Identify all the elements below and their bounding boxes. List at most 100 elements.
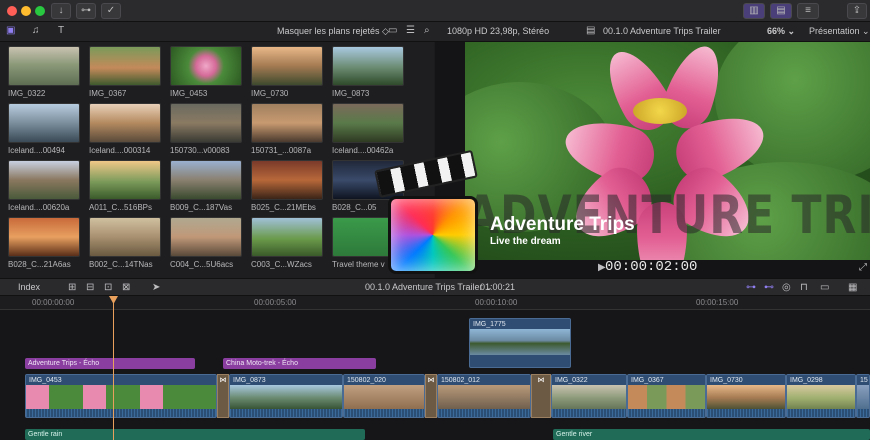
browser-clip[interactable]: B025_C...21MEbs	[251, 160, 323, 212]
slate-icon	[388, 196, 478, 274]
snapping-icon[interactable]: ⊓	[800, 282, 808, 293]
title-clip[interactable]: Adventure Trips - Écho	[25, 358, 195, 369]
video-clip[interactable]: IMG_0367	[627, 374, 706, 418]
zoom-dropdown[interactable]: 66% ⌄	[767, 26, 795, 37]
browser-clip[interactable]: IMG_0873	[332, 46, 404, 98]
browser-clip[interactable]: C003_C...WZacs	[251, 217, 323, 269]
browser-clip[interactable]: IMG_0730	[251, 46, 323, 98]
index-button[interactable]: Index	[18, 282, 40, 292]
clip-thumbnail	[470, 329, 570, 355]
audio-clip[interactable]: Gentle rain	[25, 429, 365, 440]
search-icon[interactable]: ⌕	[424, 25, 430, 36]
transition[interactable]: ⋈	[531, 374, 551, 418]
clip-label: Iceland....00462a	[332, 146, 394, 155]
browser-clip[interactable]: Iceland....00462a	[332, 103, 404, 155]
video-clip[interactable]: 150802_012	[437, 374, 531, 418]
share-button[interactable]: ⇪	[847, 3, 867, 19]
clip-label: Iceland....000314	[89, 146, 151, 155]
clip-label: 15	[857, 375, 869, 385]
inspector-layout-button[interactable]: ≡	[797, 3, 819, 19]
skimming-icon[interactable]: ⊶	[746, 282, 756, 293]
append-clip-icon[interactable]: ⊡	[104, 282, 112, 293]
list-view-icon[interactable]: ☰	[406, 25, 415, 36]
clip-thumbnail	[628, 385, 705, 411]
audio-skimming-icon[interactable]: ⊷	[764, 282, 774, 293]
filter-dropdown[interactable]: Masquer les plans rejetés ◇	[277, 26, 389, 37]
timeline-project-dropdown[interactable]: 00.1.0 Adventure Trips Trailer ⌄	[365, 282, 493, 293]
browser-clip[interactable]: Iceland....000314	[89, 103, 161, 155]
browser-clip[interactable]: 150730...v00083	[170, 103, 242, 155]
browser-clip[interactable]: Iceland....00494	[8, 103, 80, 155]
playhead[interactable]	[113, 296, 114, 440]
select-tool-icon[interactable]: ➤	[152, 282, 160, 293]
fullscreen-icon[interactable]: ⤢	[859, 262, 867, 273]
browser-clip[interactable]: B002_C...14TNas	[89, 217, 161, 269]
browser-clip[interactable]: B009_C...187Vas	[170, 160, 242, 212]
clip-thumbnail	[251, 46, 323, 86]
timeline-ruler[interactable]: 00:00:00:00 00:00:05:00 00:00:10:00 00:0…	[0, 296, 870, 310]
overwrite-clip-icon[interactable]: ⊠	[122, 282, 130, 293]
keyword-button[interactable]: ⊶	[76, 3, 96, 19]
video-clip[interactable]: IMG_0730	[706, 374, 786, 418]
photos-audio-icon[interactable]: ♫	[32, 25, 40, 36]
minimize-window-button[interactable]	[21, 6, 31, 16]
browser-clip[interactable]: IMG_0322	[8, 46, 80, 98]
video-clip[interactable]: 150802_020	[343, 374, 425, 418]
clip-label: IMG_0873	[230, 375, 342, 385]
video-clip[interactable]: 15	[856, 374, 870, 418]
video-clip[interactable]: IMG_0322	[551, 374, 627, 418]
titles-generators-icon[interactable]: T	[58, 25, 64, 36]
clip-thumbnail	[857, 385, 869, 411]
browser-clip[interactable]: 150731_...0087a	[251, 103, 323, 155]
zoom-window-button[interactable]	[35, 6, 45, 16]
title-clip[interactable]: China Moto-trek - Écho	[223, 358, 376, 369]
clip-label: IMG_0873	[332, 89, 370, 98]
logo-title: Adventure Trips	[490, 214, 635, 235]
lotus-center	[633, 98, 687, 124]
title-bar: ↓ ⊶ ✓ ▥ ▤ ≡ ⇪	[0, 0, 870, 22]
clip-label: B002_C...14TNas	[89, 260, 153, 269]
clip-appearance-icon[interactable]: ▭	[388, 25, 397, 36]
clip-thumbnail	[251, 160, 323, 200]
video-clip[interactable]: IMG_0873	[229, 374, 343, 418]
clip-thumbnail	[332, 46, 404, 86]
close-window-button[interactable]	[7, 6, 17, 16]
effects-browser-icon[interactable]: ▦	[848, 282, 857, 293]
audio-waveform	[707, 409, 785, 417]
browser-layout-button[interactable]: ▥	[743, 3, 765, 19]
timeline-layout-button[interactable]: ▤	[770, 3, 792, 19]
clip-label: B025_C...21MEbs	[251, 203, 316, 212]
audio-waveform	[552, 409, 626, 417]
audio-waveform	[628, 409, 705, 417]
connect-clip-icon[interactable]: ⊞	[68, 282, 76, 293]
video-clip[interactable]: IMG_0453	[25, 374, 217, 418]
clip-thumbnail	[170, 217, 242, 257]
import-button[interactable]: ↓	[51, 3, 71, 19]
browser-clip[interactable]: C004_C...5U6acs	[170, 217, 242, 269]
audio-waveform	[857, 409, 869, 417]
browser-clip[interactable]: B028_C...21A6as	[8, 217, 80, 269]
transition[interactable]: ⋈	[425, 374, 437, 418]
video-clip[interactable]: IMG_0298	[786, 374, 856, 418]
solo-icon[interactable]: ◎	[782, 282, 791, 293]
clip-label: IMG_0367	[628, 375, 705, 385]
background-tasks-button[interactable]: ✓	[101, 3, 121, 19]
timeline-duration: 01:00:21	[480, 282, 516, 292]
connected-clip[interactable]: IMG_1775	[469, 318, 571, 368]
transition[interactable]: ⋈	[217, 374, 229, 418]
clip-appearance-icon[interactable]: ▭	[820, 282, 829, 293]
clip-thumbnail	[344, 385, 424, 411]
browser-clip[interactable]: A011_C...516BPs	[89, 160, 161, 212]
timeline-toolbar: Index ⊞ ⊟ ⊡ ⊠ ➤ 00.1.0 Adventure Trips T…	[0, 278, 870, 296]
viewer-timecode[interactable]: 00:00:02:00	[605, 259, 697, 275]
clip-thumbnail	[251, 217, 323, 257]
browser-clip[interactable]: IMG_0453	[170, 46, 242, 98]
insert-clip-icon[interactable]: ⊟	[86, 282, 94, 293]
browser-clip[interactable]: Iceland....00620a	[8, 160, 80, 212]
libraries-icon[interactable]: ▣	[6, 25, 15, 36]
audio-clip[interactable]: Gentle river	[553, 429, 870, 440]
clip-label: IMG_0322	[552, 375, 626, 385]
final-cut-pro-logo	[374, 149, 488, 278]
browser-clip[interactable]: IMG_0367	[89, 46, 161, 98]
view-dropdown[interactable]: Présentation ⌄	[809, 26, 870, 37]
